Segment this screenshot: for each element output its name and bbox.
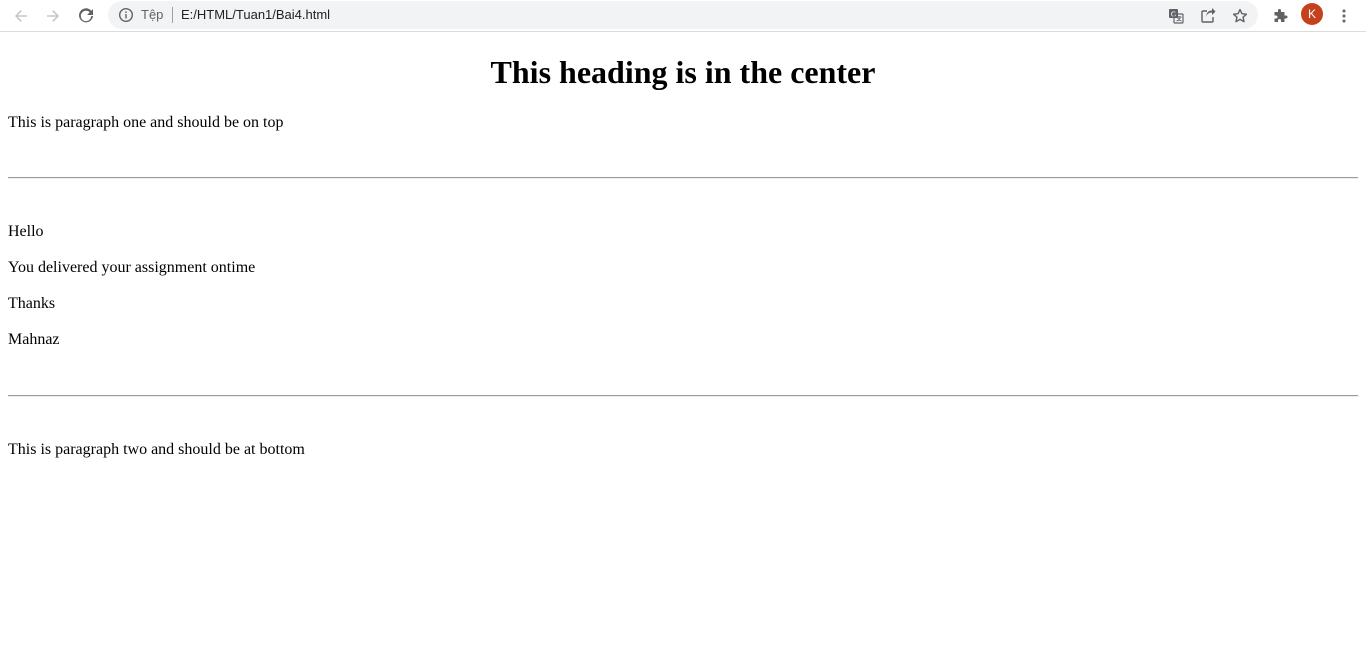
puzzle-icon xyxy=(1272,8,1288,24)
extensions-button[interactable] xyxy=(1267,3,1293,29)
letter-signature: Mahnaz xyxy=(8,331,60,348)
translate-icon: G xyxy=(1168,8,1184,24)
paragraph-two: This is paragraph two and should be at b… xyxy=(8,441,305,458)
browser-toolbar: Tệp E:/HTML/Tuan1/Bai4.html G K xyxy=(0,0,1366,32)
translate-button[interactable]: G xyxy=(1163,3,1189,29)
back-button[interactable] xyxy=(8,3,34,29)
site-info-label[interactable]: Tệp xyxy=(141,7,163,23)
letter-greeting: Hello xyxy=(8,223,44,240)
paragraph-one: This is paragraph one and should be on t… xyxy=(8,114,284,131)
letter-body: You delivered your assignment ontime xyxy=(8,259,256,276)
profile-avatar[interactable]: K xyxy=(1301,3,1323,25)
reload-button[interactable] xyxy=(73,3,99,29)
url-text[interactable]: E:/HTML/Tuan1/Bai4.html xyxy=(181,7,330,23)
arrow-left-icon xyxy=(13,8,29,24)
arrow-right-icon xyxy=(45,8,61,24)
star-icon xyxy=(1232,8,1248,24)
forward-button[interactable] xyxy=(40,3,66,29)
reload-icon xyxy=(78,8,94,24)
address-divider xyxy=(172,7,173,23)
page-content: This heading is in the center This is pa… xyxy=(0,33,1366,657)
bookmark-button[interactable] xyxy=(1227,3,1253,29)
horizontal-rule-top xyxy=(8,177,1358,179)
share-button[interactable] xyxy=(1195,3,1221,29)
info-icon[interactable] xyxy=(118,7,134,23)
horizontal-rule-bottom xyxy=(8,395,1358,397)
kebab-menu-icon xyxy=(1336,8,1352,24)
browser-menu-button[interactable] xyxy=(1331,3,1357,29)
letter-closing: Thanks xyxy=(8,295,56,312)
address-bar[interactable]: Tệp E:/HTML/Tuan1/Bai4.html xyxy=(108,1,1258,29)
share-icon xyxy=(1200,8,1216,24)
page-heading: This heading is in the center xyxy=(490,54,876,90)
